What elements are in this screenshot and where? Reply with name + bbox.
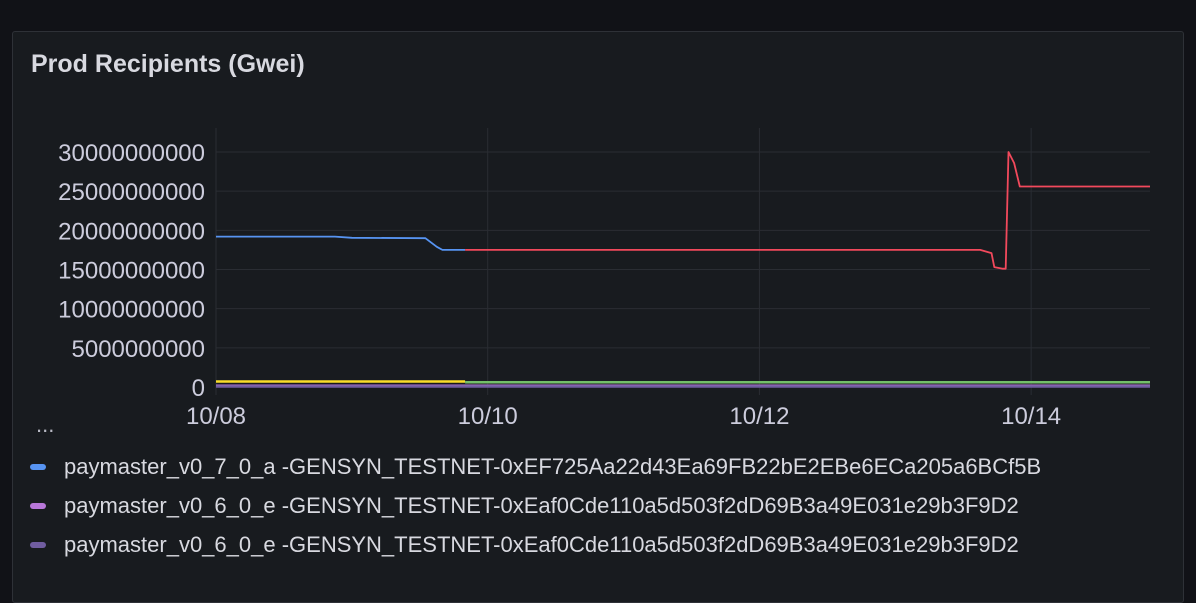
legend-label: paymaster_v0_7_0_a -GENSYN_TESTNET-0xEF7…	[64, 454, 1042, 479]
y-tick-label: 25000000000	[58, 179, 205, 206]
chart-legend: paymaster_v0_7_0_a -GENSYN_TESTNET-0xEF7…	[30, 440, 1190, 586]
legend-item[interactable]: paymaster_v0_6_0_e -GENSYN_TESTNET-0xEaf…	[30, 493, 1019, 519]
y-tick-label: 10000000000	[58, 297, 205, 324]
y-tick-label: 0	[192, 375, 205, 402]
y-tick-label: 30000000000	[58, 140, 205, 167]
x-tick-label: 10/14	[1001, 403, 1061, 430]
line-chart: 0 5000000000 10000000000 15000000000 2000000…	[58, 128, 1150, 430]
x-tick-label: 10/12	[729, 403, 789, 430]
grid-lines	[215, 128, 1150, 395]
x-tick-label: 10/10	[458, 403, 518, 430]
y-axis-ticks: 0 5000000000 10000000000 15000000000 2000000…	[58, 140, 205, 402]
legend-label: paymaster_v0_6_0_e -GENSYN_TESTNET-0xEaf…	[64, 532, 1019, 557]
x-axis-ticks: 10/08 10/10 10/12 10/14	[186, 403, 1061, 430]
legend-swatch	[30, 542, 46, 548]
y-tick-label: 15000000000	[58, 258, 205, 285]
y-tick-label: 20000000000	[58, 218, 205, 245]
x-tick-label: 10/08	[186, 403, 246, 430]
legend-swatch	[30, 503, 46, 509]
y-tick-label: 5000000000	[72, 336, 205, 363]
series-line-2	[465, 151, 1150, 270]
legend-item[interactable]: paymaster_v0_7_0_a -GENSYN_TESTNET-0xEF7…	[30, 454, 1041, 480]
legend-truncated-text: ...	[36, 426, 54, 435]
series-line-1	[216, 235, 466, 251]
legend-item[interactable]: paymaster_v0_6_0_e -GENSYN_TESTNET-0xEaf…	[30, 532, 1019, 558]
legend-swatch	[30, 464, 46, 470]
legend-truncated-entry: ...	[30, 426, 110, 435]
legend-label: paymaster_v0_6_0_e -GENSYN_TESTNET-0xEaf…	[64, 493, 1019, 518]
